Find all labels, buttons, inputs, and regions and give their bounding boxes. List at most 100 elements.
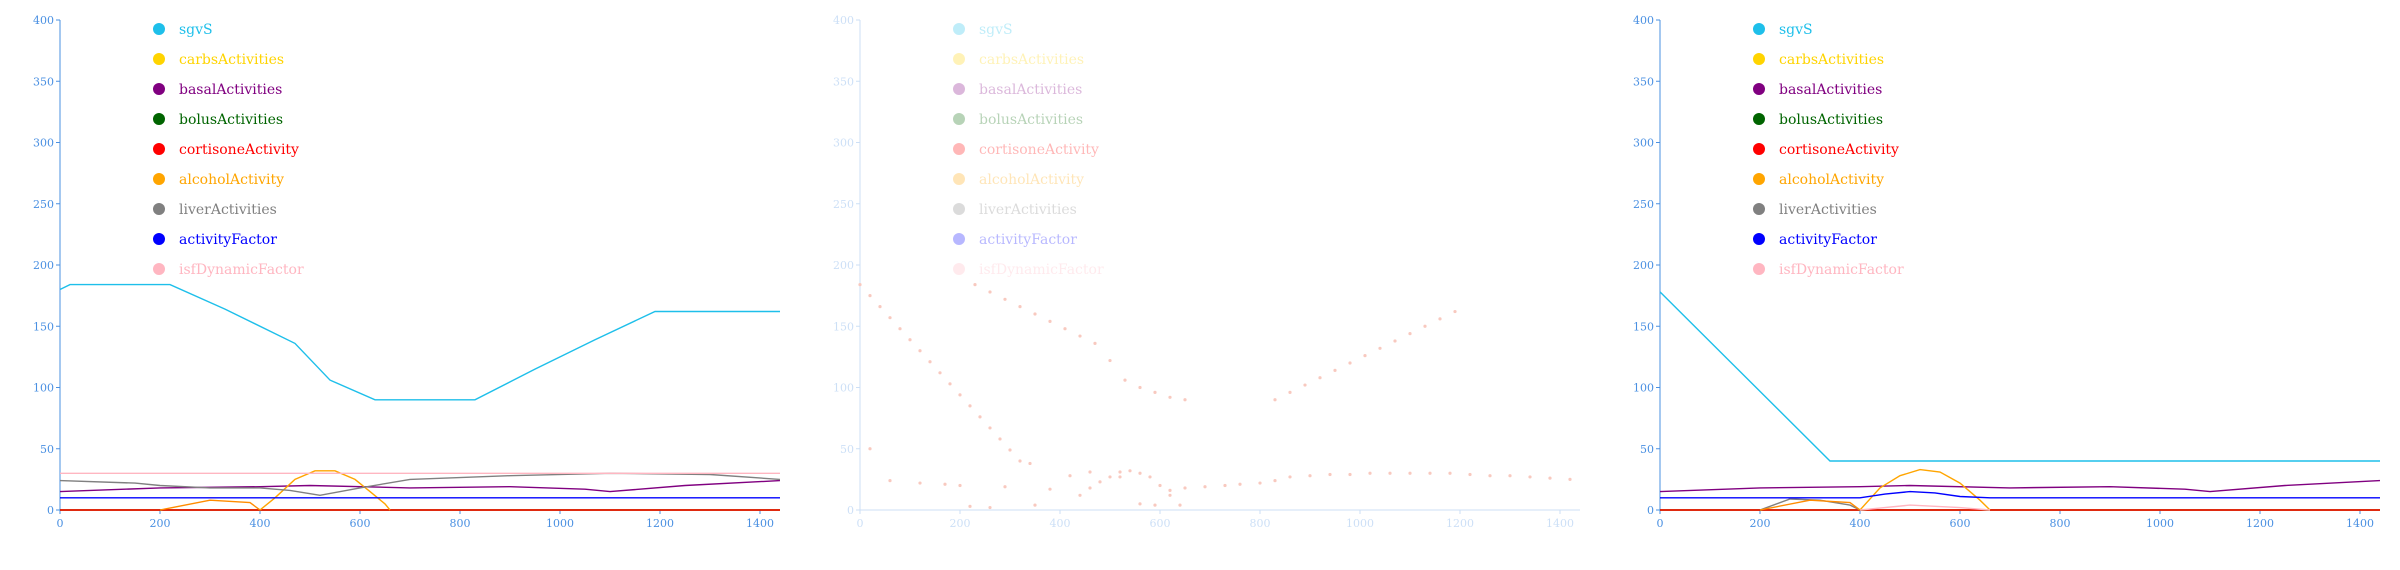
legend-label: liverActivities xyxy=(1779,202,1877,218)
legend-marker xyxy=(1753,263,1765,275)
data-point xyxy=(1078,334,1082,338)
legend-label: carbsActivities xyxy=(1779,52,1884,68)
data-point xyxy=(1063,327,1067,331)
legend-marker xyxy=(153,53,165,65)
data-point xyxy=(1508,474,1512,478)
y-tick-label: 150 xyxy=(833,320,854,333)
legend-label: alcoholActivity xyxy=(979,172,1084,188)
data-point xyxy=(1348,472,1352,477)
data-point xyxy=(978,415,982,419)
legend-marker xyxy=(153,83,165,95)
data-point xyxy=(1408,332,1412,336)
legend-marker xyxy=(1753,83,1765,95)
legend-label: liverActivities xyxy=(179,202,277,218)
legend-marker xyxy=(953,263,965,275)
data-point xyxy=(1393,339,1397,343)
x-tick-label: 800 xyxy=(1250,517,1271,530)
y-tick-label: 0 xyxy=(47,504,54,517)
data-point xyxy=(988,290,992,294)
data-point xyxy=(958,393,962,397)
legend-marker xyxy=(953,203,965,215)
legend-label: activityFactor xyxy=(979,232,1077,248)
legend-label: cortisoneActivity xyxy=(179,142,299,158)
data-point xyxy=(898,327,902,331)
legend-label: activityFactor xyxy=(1779,232,1877,248)
y-tick-label: 200 xyxy=(833,259,854,272)
data-point xyxy=(1168,395,1172,399)
data-point xyxy=(968,404,972,408)
y-tick-label: 300 xyxy=(33,137,54,150)
y-tick-label: 400 xyxy=(833,14,854,27)
data-point xyxy=(1423,324,1427,328)
y-tick-label: 400 xyxy=(1633,14,1654,27)
legend-label: basalActivities xyxy=(179,82,282,98)
legend-label: isfDynamicFactor xyxy=(179,262,304,278)
x-tick-label: 0 xyxy=(857,517,864,530)
legend-label: liverActivities xyxy=(979,202,1077,218)
data-point xyxy=(1238,482,1242,486)
legend-label: sgvS xyxy=(179,22,213,38)
x-tick-label: 1400 xyxy=(1546,517,1574,530)
data-point xyxy=(1468,472,1472,477)
legend-label: sgvS xyxy=(1779,22,1813,38)
data-point xyxy=(1203,485,1207,489)
legend-marker xyxy=(153,23,165,35)
legend-marker xyxy=(953,113,965,125)
data-point xyxy=(1348,361,1352,365)
data-point xyxy=(1363,354,1367,358)
data-point xyxy=(968,504,972,508)
y-tick-label: 100 xyxy=(833,382,854,395)
legend-marker xyxy=(953,233,965,245)
legend-label: isfDynamicFactor xyxy=(1779,262,1904,278)
data-point xyxy=(1428,471,1432,475)
data-point xyxy=(1153,503,1157,507)
x-tick-label: 1000 xyxy=(1346,517,1374,530)
data-point xyxy=(1168,488,1172,492)
data-point xyxy=(1003,485,1007,489)
data-point xyxy=(1123,378,1127,382)
legend-marker xyxy=(153,203,165,215)
data-point xyxy=(1318,376,1322,380)
data-point xyxy=(918,481,922,485)
data-point xyxy=(1108,475,1112,479)
data-point xyxy=(1108,358,1112,363)
data-point xyxy=(1093,341,1097,345)
x-tick-label: 1200 xyxy=(1446,517,1474,530)
y-tick-label: 250 xyxy=(833,198,854,211)
data-point xyxy=(1138,471,1142,475)
x-tick-label: 200 xyxy=(1750,517,1771,530)
x-tick-label: 1000 xyxy=(546,517,574,530)
data-point xyxy=(1548,476,1552,480)
y-tick-label: 350 xyxy=(33,75,54,88)
data-point xyxy=(1333,368,1337,372)
y-tick-label: 0 xyxy=(1647,504,1654,517)
x-tick-label: 800 xyxy=(2050,517,2071,530)
legend-marker xyxy=(953,23,965,35)
data-point xyxy=(868,447,872,451)
data-point xyxy=(1488,474,1492,478)
x-tick-label: 400 xyxy=(250,517,271,530)
data-point xyxy=(1008,448,1012,452)
x-tick-label: 800 xyxy=(450,517,471,530)
y-tick-label: 400 xyxy=(33,14,54,27)
legend-label: sgvS xyxy=(979,22,1013,38)
x-tick-label: 400 xyxy=(1050,517,1071,530)
legend-label: carbsActivities xyxy=(179,52,284,68)
chart-panel-3: 0 50 100 150 200 250 300 350 400 0 200 400 600 800 100… xyxy=(1633,14,2381,530)
data-point xyxy=(1098,480,1102,484)
x-tick-label: 1400 xyxy=(2346,517,2374,530)
series-line-sgvS xyxy=(1659,291,2380,462)
data-point xyxy=(1258,481,1262,485)
data-point xyxy=(973,283,977,287)
data-point xyxy=(1273,479,1277,483)
data-point xyxy=(1078,493,1082,497)
legend-marker xyxy=(953,173,965,185)
y-tick-label: 200 xyxy=(1633,259,1654,272)
series-line-alcoholActivity xyxy=(259,470,391,511)
legend-marker xyxy=(153,263,165,275)
y-tick-label: 250 xyxy=(1633,198,1654,211)
data-point xyxy=(958,483,962,488)
data-point xyxy=(1288,390,1292,394)
series-line-isfDynamicFactor xyxy=(1859,504,1991,511)
legend-label: bolusActivities xyxy=(1779,112,1883,128)
